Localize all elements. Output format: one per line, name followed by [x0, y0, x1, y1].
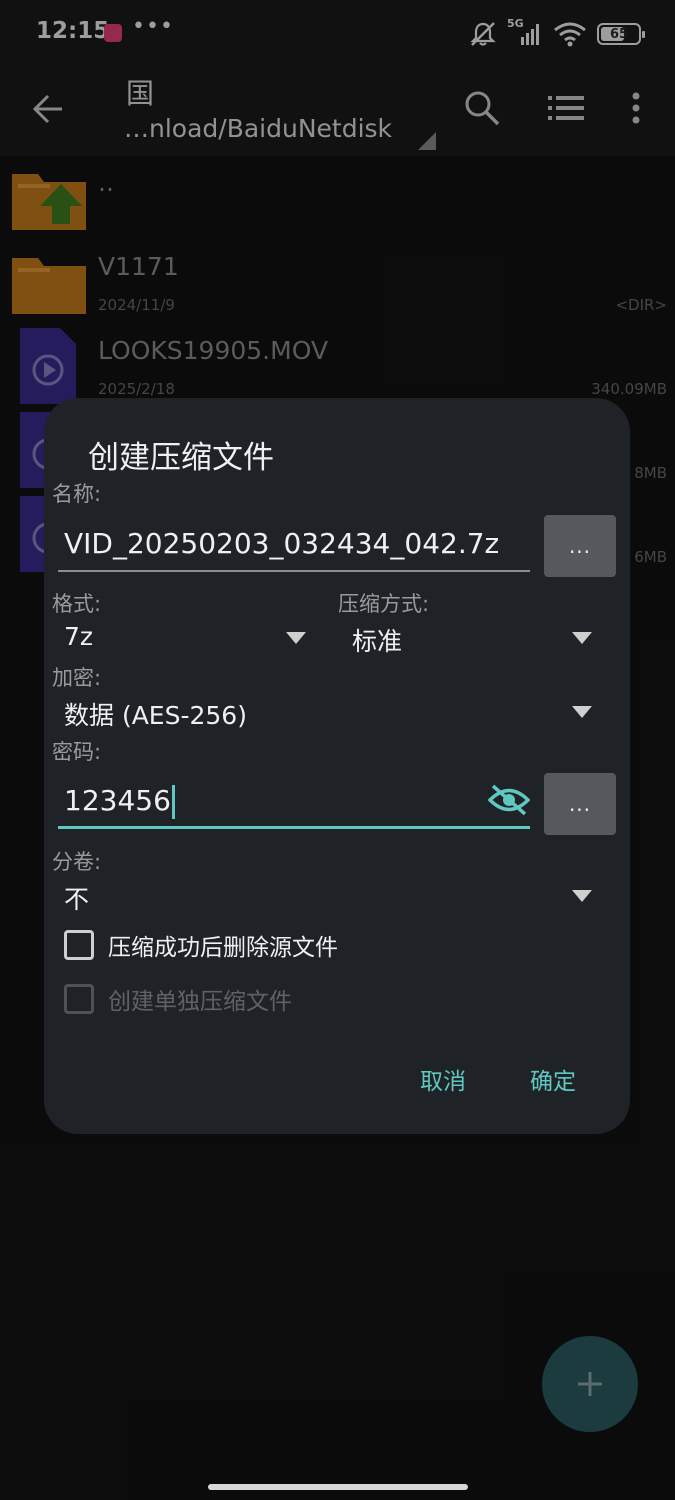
- split-volume-value: 不: [64, 885, 90, 914]
- separate-archives-checkbox: [64, 984, 94, 1014]
- password-label: 密码:: [52, 740, 102, 764]
- screen: 12:15 ••• 5G 65 国 …nload/BaiduNetdisk ..…: [0, 0, 675, 1500]
- format-label: 格式:: [52, 592, 102, 616]
- name-label: 名称:: [52, 482, 102, 506]
- battery-level: 65: [609, 26, 629, 42]
- cancel-button[interactable]: 取消: [420, 1062, 466, 1096]
- text-caret: [171, 785, 175, 819]
- chevron-down-icon: [286, 632, 306, 644]
- compression-method-select[interactable]: 标准: [332, 618, 602, 662]
- delete-source-checkbox[interactable]: [64, 930, 94, 960]
- ok-button[interactable]: 确定: [530, 1062, 576, 1096]
- separate-archives-checkbox-row: 创建单独压缩文件: [64, 980, 464, 1020]
- encryption-value: 数据 (AES-256): [64, 701, 247, 730]
- password-options-button[interactable]: ...: [544, 773, 616, 835]
- dialog-title: 创建压缩文件: [88, 440, 274, 476]
- gesture-nav-handle[interactable]: [208, 1484, 468, 1490]
- separate-archives-label: 创建单独压缩文件: [108, 989, 292, 1015]
- password-input[interactable]: 123456: [58, 773, 530, 829]
- chevron-down-icon: [572, 706, 592, 718]
- archive-name-input[interactable]: VID_20250203_032434_042.7z: [58, 516, 530, 572]
- format-value: 7z: [64, 622, 94, 651]
- format-select[interactable]: 7z: [44, 618, 314, 662]
- chevron-down-icon: [572, 632, 592, 644]
- create-archive-dialog: 创建压缩文件 名称: VID_20250203_032434_042.7z ..…: [44, 398, 630, 1134]
- compression-method-value: 标准: [352, 627, 403, 656]
- browse-name-button[interactable]: ...: [544, 515, 616, 577]
- delete-source-label: 压缩成功后删除源文件: [108, 935, 338, 961]
- delete-source-checkbox-row[interactable]: 压缩成功后删除源文件: [64, 926, 464, 966]
- password-value: 123456: [64, 784, 171, 817]
- encryption-label: 加密:: [52, 666, 102, 690]
- split-volume-label: 分卷:: [52, 850, 102, 874]
- chevron-down-icon: [572, 890, 592, 902]
- split-volume-select[interactable]: 不: [44, 876, 604, 920]
- visibility-off-icon[interactable]: [488, 783, 530, 817]
- encryption-select[interactable]: 数据 (AES-256): [44, 692, 604, 736]
- compression-method-label: 压缩方式:: [338, 592, 430, 616]
